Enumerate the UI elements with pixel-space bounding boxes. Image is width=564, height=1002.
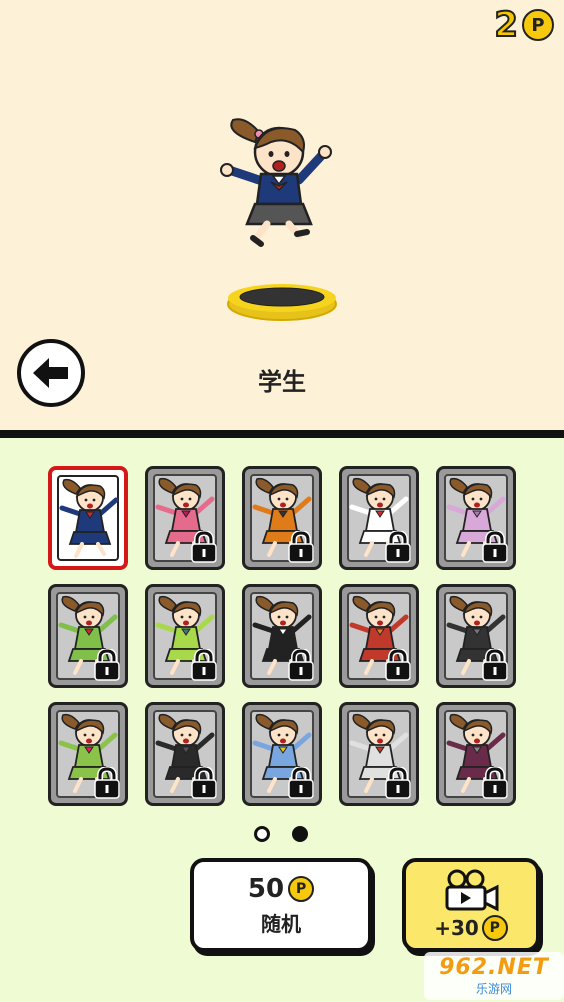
lock-icon bbox=[385, 531, 411, 563]
random-price: 50 P bbox=[247, 873, 315, 904]
character-card-fairy[interactable] bbox=[48, 584, 128, 688]
trampoline-platform bbox=[227, 284, 337, 321]
lock-icon bbox=[385, 767, 411, 799]
lock-icon bbox=[94, 649, 120, 681]
character-card-witch[interactable] bbox=[145, 702, 225, 806]
page-dot-2[interactable] bbox=[292, 826, 308, 842]
character-portrait bbox=[59, 478, 119, 558]
lock-icon bbox=[94, 767, 120, 799]
coin-count: 2 bbox=[493, 5, 519, 45]
character-preview-area: 2 P 学生 bbox=[0, 0, 564, 432]
video-reward: +30 P bbox=[434, 915, 508, 941]
character-card-orange-kimono[interactable] bbox=[242, 466, 322, 570]
character-card-green-apron[interactable] bbox=[145, 584, 225, 688]
lock-icon bbox=[482, 767, 508, 799]
video-reward-value: +30 bbox=[434, 916, 479, 940]
lock-icon bbox=[288, 531, 314, 563]
coin-icon: P bbox=[522, 9, 554, 41]
lock-icon bbox=[288, 767, 314, 799]
page-dot-1[interactable] bbox=[254, 826, 270, 842]
watch-video-button[interactable]: +30 P bbox=[402, 858, 540, 952]
selected-character-figure bbox=[220, 118, 332, 247]
random-unlock-button[interactable]: 50 P 随机 bbox=[190, 858, 372, 952]
section-divider bbox=[0, 430, 564, 438]
lock-icon bbox=[288, 649, 314, 681]
page-indicator bbox=[254, 826, 308, 842]
coin-icon: P bbox=[288, 875, 315, 902]
random-price-value: 50 bbox=[247, 873, 285, 904]
character-card-maid[interactable] bbox=[242, 584, 322, 688]
character-card-hula[interactable] bbox=[48, 702, 128, 806]
character-card-basketball[interactable] bbox=[339, 584, 419, 688]
coin-icon: P bbox=[481, 915, 508, 941]
character-name: 学生 bbox=[258, 368, 306, 396]
character-card-student[interactable] bbox=[48, 466, 128, 570]
character-card-pink-dress[interactable] bbox=[145, 466, 225, 570]
character-card-red-kimono[interactable] bbox=[339, 702, 419, 806]
lock-icon bbox=[191, 531, 217, 563]
character-card-shrine-maiden[interactable] bbox=[339, 466, 419, 570]
character-card-bunny-costume[interactable] bbox=[436, 466, 516, 570]
random-label: 随机 bbox=[261, 911, 301, 936]
site-watermark: 962.NET 乐游网 bbox=[424, 952, 564, 1000]
lock-icon bbox=[482, 649, 508, 681]
lock-icon bbox=[482, 531, 508, 563]
video-camera-icon bbox=[445, 869, 499, 912]
character-card-black-outfit[interactable] bbox=[436, 584, 516, 688]
lock-icon bbox=[385, 649, 411, 681]
coin-counter: 2 P bbox=[493, 5, 554, 45]
lock-icon bbox=[191, 649, 217, 681]
watermark-text: 乐游网 bbox=[475, 982, 512, 996]
character-card-ninja[interactable] bbox=[436, 702, 516, 806]
character-grid bbox=[48, 466, 518, 806]
lock-icon bbox=[191, 767, 217, 799]
character-card-cheerleader[interactable] bbox=[242, 702, 322, 806]
watermark-logo: 962.NET bbox=[439, 955, 549, 980]
